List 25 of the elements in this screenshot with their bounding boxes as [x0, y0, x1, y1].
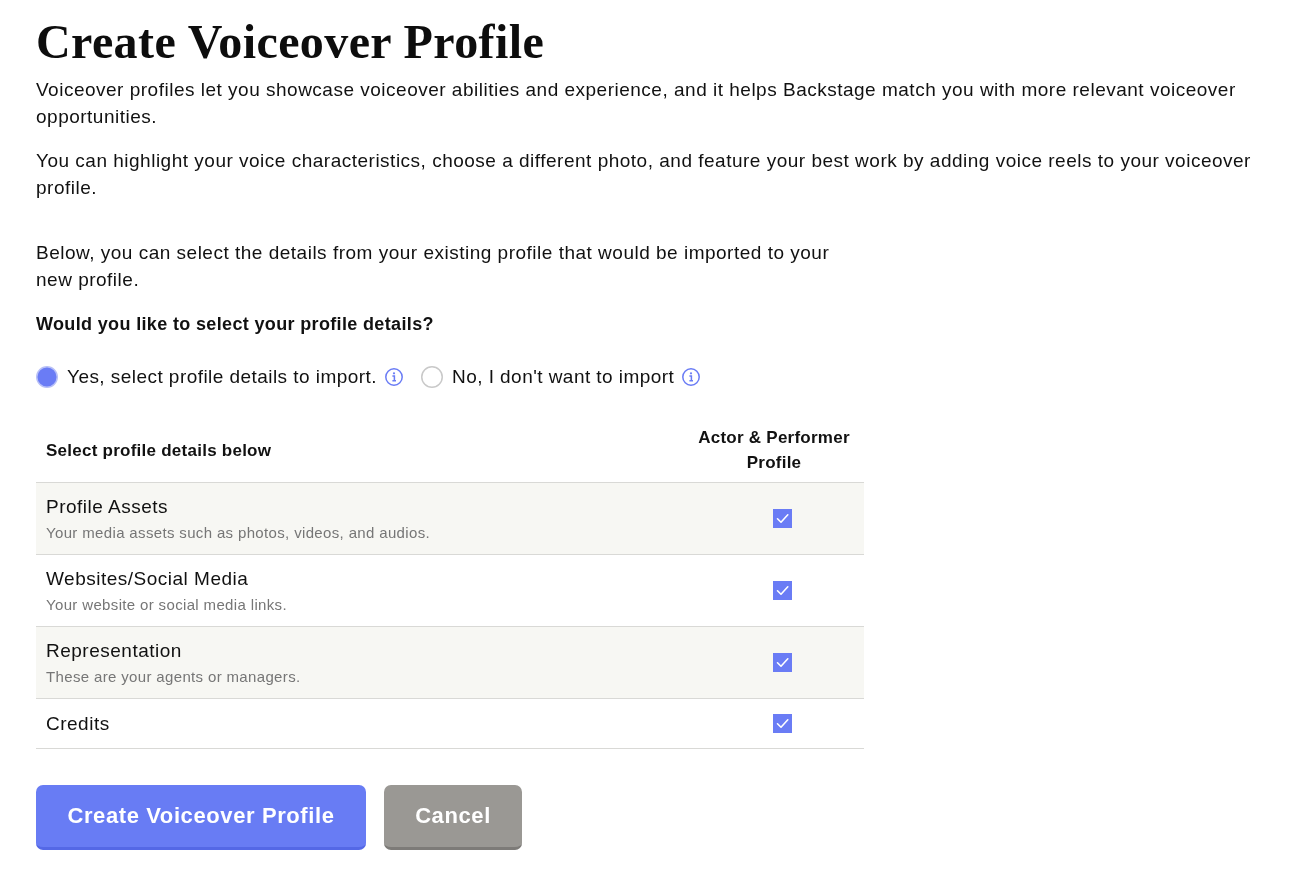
column-header: Select profile details below	[45, 439, 273, 462]
info-icon[interactable]	[682, 368, 701, 386]
radio-button[interactable]	[421, 366, 443, 388]
detail-description: These are your agents or managers.	[46, 666, 302, 687]
detail-description: Your website or social media links.	[46, 594, 288, 615]
detail-title: Profile Assets	[46, 494, 170, 519]
info-icon[interactable]	[385, 368, 403, 386]
checkbox[interactable]	[772, 653, 792, 672]
radio-button[interactable]	[36, 366, 58, 388]
checkbox[interactable]	[772, 509, 792, 528]
import-note: Below, you can select the details from your existing profile that would be imported to your new profile.	[36, 241, 831, 292]
radio-label[interactable]: Yes, select profile details to import.	[67, 365, 377, 389]
detail-description: Your media assets such as photos, videos, and audios.	[46, 522, 432, 543]
question-label: Would you like to select your profile details?	[36, 313, 435, 336]
page-title: Create Voiceover Profile	[36, 14, 546, 69]
detail-title: Websites/Social Media	[46, 566, 250, 591]
intro-paragraph: Voiceover profiles let you showcase voiceover abilities and experience, and it helps Backstage match you with more relevant voiceover opportunities.	[36, 78, 1237, 129]
detail-title: Representation	[46, 638, 183, 663]
intro-paragraph: You can highlight your voice characteristics, choose a different photo, and feature your best work by adding voice reels to your voiceover profile.	[36, 149, 1252, 200]
create-button[interactable]: Create Voiceover Profile	[36, 785, 366, 850]
radio-label[interactable]: No, I don't want to import	[452, 365, 675, 389]
checkbox[interactable]	[772, 714, 792, 733]
checkbox[interactable]	[772, 581, 792, 600]
detail-title: Credits	[46, 711, 111, 736]
column-header: Actor & Performer Profile	[697, 427, 851, 474]
